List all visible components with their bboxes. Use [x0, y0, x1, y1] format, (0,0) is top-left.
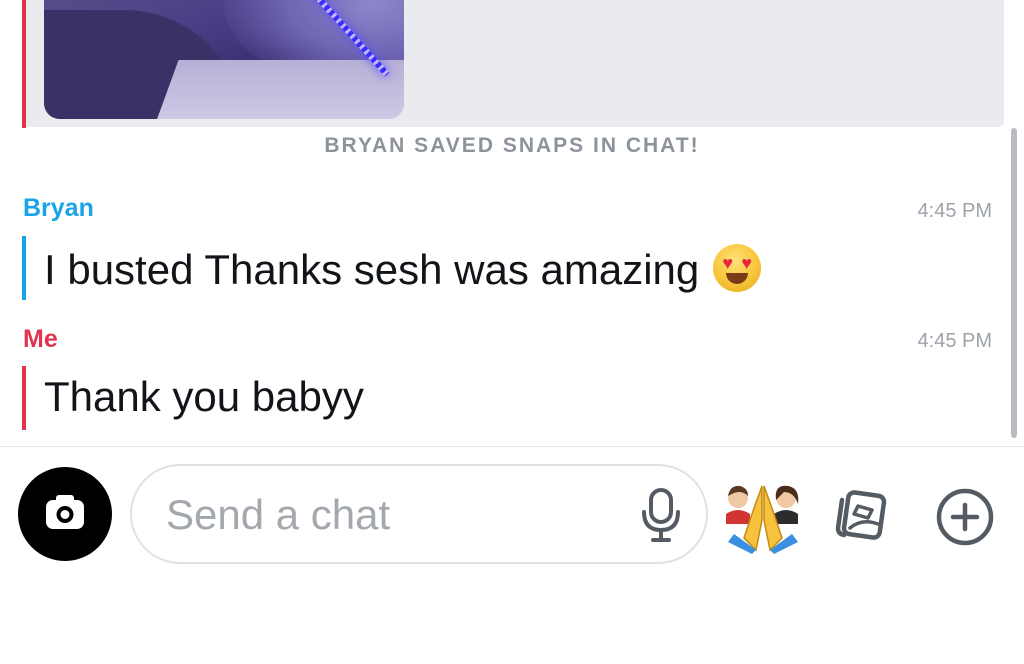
message-body: I busted Thanks sesh was amazing	[44, 246, 700, 293]
bitmoji-icon	[726, 485, 799, 554]
sender-name-me: Me	[23, 325, 58, 353]
chat-input-container[interactable]	[130, 464, 708, 564]
camera-icon	[46, 495, 84, 529]
saved-snap-thumbnail[interactable]	[44, 0, 404, 119]
plus-icon	[936, 488, 994, 546]
camera-button[interactable]	[18, 467, 112, 561]
chat-screen: BRYAN SAVED SNAPS IN CHAT! Bryan 4:45 PM…	[0, 0, 1024, 664]
composer-divider	[0, 446, 1024, 447]
microphone-button[interactable]	[634, 486, 688, 544]
heart-eyes-emoji-icon: ♥ ♥	[713, 244, 762, 292]
sender-name-bryan: Bryan	[23, 194, 94, 222]
saved-snaps-notice: BRYAN SAVED SNAPS IN CHAT!	[324, 134, 700, 157]
message-timestamp: 4:45 PM	[917, 330, 992, 352]
message-text[interactable]: I busted Thanks sesh was amazing ♥ ♥	[44, 244, 762, 294]
message-timestamp: 4:45 PM	[917, 200, 992, 222]
saved-snap-block	[0, 0, 1004, 128]
memories-button[interactable]	[832, 484, 894, 546]
friend-accent-bar	[22, 236, 26, 300]
message-text[interactable]: Thank you babyy	[44, 373, 364, 421]
add-attachment-button[interactable]	[934, 486, 996, 548]
microphone-icon	[642, 488, 680, 542]
me-accent-bar	[22, 366, 26, 430]
thumbnail-floor	[149, 60, 404, 119]
chat-scrollbar[interactable]	[1011, 128, 1017, 438]
chat-input[interactable]	[166, 484, 616, 546]
bitmoji-button[interactable]	[722, 480, 804, 554]
memories-icon	[835, 490, 887, 540]
